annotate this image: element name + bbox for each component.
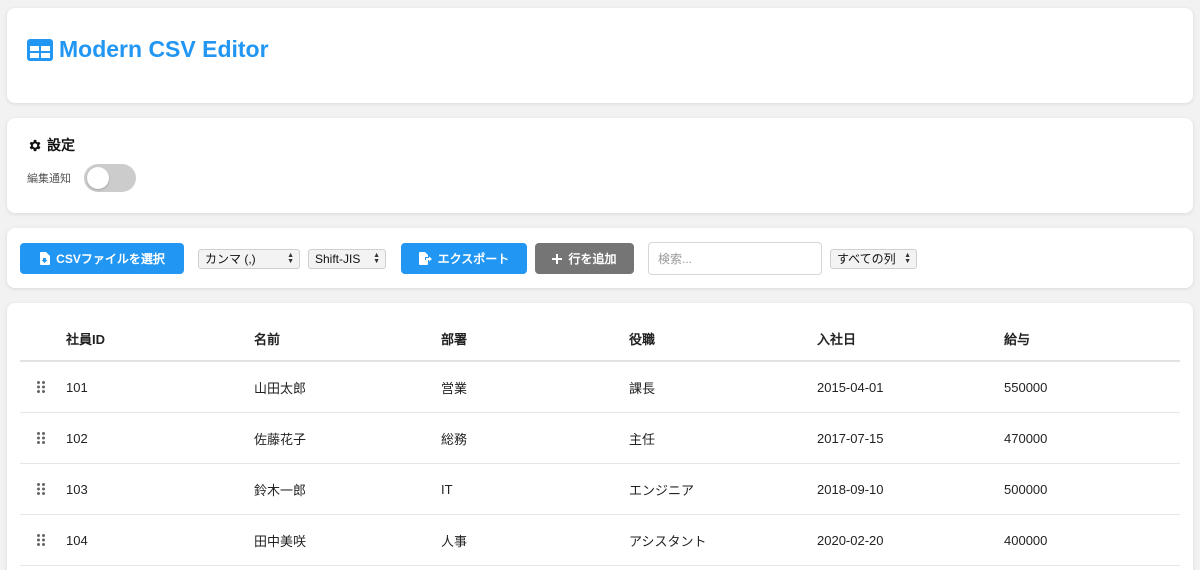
add-row-button[interactable]: 行を追加 [535, 243, 634, 274]
column-filter-select[interactable]: すべての列 ▲ ▼ [830, 248, 917, 269]
edit-notify-toggle[interactable] [84, 164, 136, 192]
export-button[interactable]: エクスポート [401, 243, 527, 274]
data-table: 社員ID 名前 部署 役職 入社日 給与 101 山田太郎 営業 課長 2015… [20, 317, 1180, 566]
table-card: 社員ID 名前 部署 役職 入社日 給与 101 山田太郎 営業 課長 2015… [7, 303, 1193, 570]
settings-card: 設定 編集通知 [7, 118, 1193, 213]
table-cell[interactable]: 主任 [629, 429, 817, 448]
table-cell[interactable]: 101 [66, 380, 254, 395]
export-label: エクスポート [437, 252, 510, 266]
toggle-knob [87, 167, 109, 189]
select-csv-file-button[interactable]: CSVファイルを選択 [20, 243, 184, 274]
table-row: 103 鈴木一郎 IT エンジニア 2018-09-10 500000 [20, 464, 1180, 515]
table-cell[interactable]: 103 [66, 482, 254, 497]
table-cell[interactable]: 2017-07-15 [817, 431, 1004, 446]
table-row: 104 田中美咲 人事 アシスタント 2020-02-20 400000 [20, 515, 1180, 566]
column-header-name[interactable]: 名前 [254, 329, 441, 348]
select-arrows-icon: ▲ ▼ [287, 251, 294, 265]
column-header-salary[interactable]: 給与 [1004, 329, 1180, 348]
edit-notify-label: 編集通知 [27, 173, 71, 185]
drag-handle-icon[interactable] [20, 381, 66, 393]
header-card: Modern CSV Editor [7, 8, 1193, 103]
table-cell[interactable]: 2015-04-01 [817, 380, 1004, 395]
table-cell[interactable]: 104 [66, 533, 254, 548]
table-cell[interactable]: アシスタント [629, 531, 817, 550]
table-cell[interactable]: 470000 [1004, 431, 1180, 446]
table-header-row: 社員ID 名前 部署 役職 入社日 給与 [20, 317, 1180, 362]
table-cell[interactable]: IT [441, 482, 629, 497]
drag-handle-icon[interactable] [20, 483, 66, 495]
table-cell[interactable]: 課長 [629, 378, 817, 397]
table-cell[interactable]: エンジニア [629, 480, 817, 499]
table-cell[interactable]: 総務 [441, 429, 629, 448]
plus-icon [552, 253, 563, 264]
app-title: Modern CSV Editor [27, 36, 269, 63]
table-cell[interactable]: 2020-02-20 [817, 533, 1004, 548]
file-import-icon [40, 252, 51, 265]
select-csv-file-label: CSVファイルを選択 [56, 252, 165, 266]
drag-handle-icon[interactable] [20, 432, 66, 444]
delimiter-select[interactable]: カンマ (,) ▲ ▼ [198, 248, 300, 269]
table-icon [27, 38, 53, 61]
column-header-department[interactable]: 部署 [441, 329, 629, 348]
table-cell[interactable]: 2018-09-10 [817, 482, 1004, 497]
toolbar: CSVファイルを選択 カンマ (,) ▲ ▼ Shift-JIS ▲ ▼ エクスポー… [20, 242, 917, 275]
column-header-position[interactable]: 役職 [629, 329, 817, 348]
table-row: 102 佐藤花子 総務 主任 2017-07-15 470000 [20, 413, 1180, 464]
encoding-select-value: Shift-JIS [315, 251, 361, 266]
drag-handle-icon[interactable] [20, 534, 66, 546]
table-cell[interactable]: 山田太郎 [254, 378, 441, 397]
table-cell[interactable]: 400000 [1004, 533, 1180, 548]
column-header-hire-date[interactable]: 入社日 [817, 329, 1004, 348]
table-cell[interactable]: 営業 [441, 378, 629, 397]
search-input[interactable] [648, 242, 822, 275]
file-export-icon [418, 252, 432, 265]
table-cell[interactable]: 102 [66, 431, 254, 446]
encoding-select[interactable]: Shift-JIS ▲ ▼ [308, 248, 386, 269]
edit-notify-row: 編集通知 [27, 164, 136, 192]
table-row: 101 山田太郎 営業 課長 2015-04-01 550000 [20, 362, 1180, 413]
delimiter-select-value: カンマ (,) [205, 252, 256, 266]
table-cell[interactable]: 人事 [441, 531, 629, 550]
table-cell[interactable]: 佐藤花子 [254, 429, 441, 448]
toolbar-card: CSVファイルを選択 カンマ (,) ▲ ▼ Shift-JIS ▲ ▼ エクスポー… [7, 228, 1193, 288]
select-arrows-icon: ▲ ▼ [373, 251, 380, 265]
table-cell[interactable]: 500000 [1004, 482, 1180, 497]
table-cell[interactable]: 田中美咲 [254, 531, 441, 550]
select-arrows-icon: ▲ ▼ [904, 251, 911, 265]
column-filter-select-value: すべての列 [837, 252, 896, 266]
settings-title: 設定 [27, 135, 75, 155]
app-title-text: Modern CSV Editor [59, 36, 269, 62]
add-row-label: 行を追加 [568, 252, 617, 266]
table-cell[interactable]: 550000 [1004, 380, 1180, 395]
gear-icon [29, 139, 41, 151]
settings-title-text: 設定 [47, 137, 75, 153]
table-cell[interactable]: 鈴木一郎 [254, 480, 441, 499]
column-header-employee-id[interactable]: 社員ID [66, 329, 254, 348]
